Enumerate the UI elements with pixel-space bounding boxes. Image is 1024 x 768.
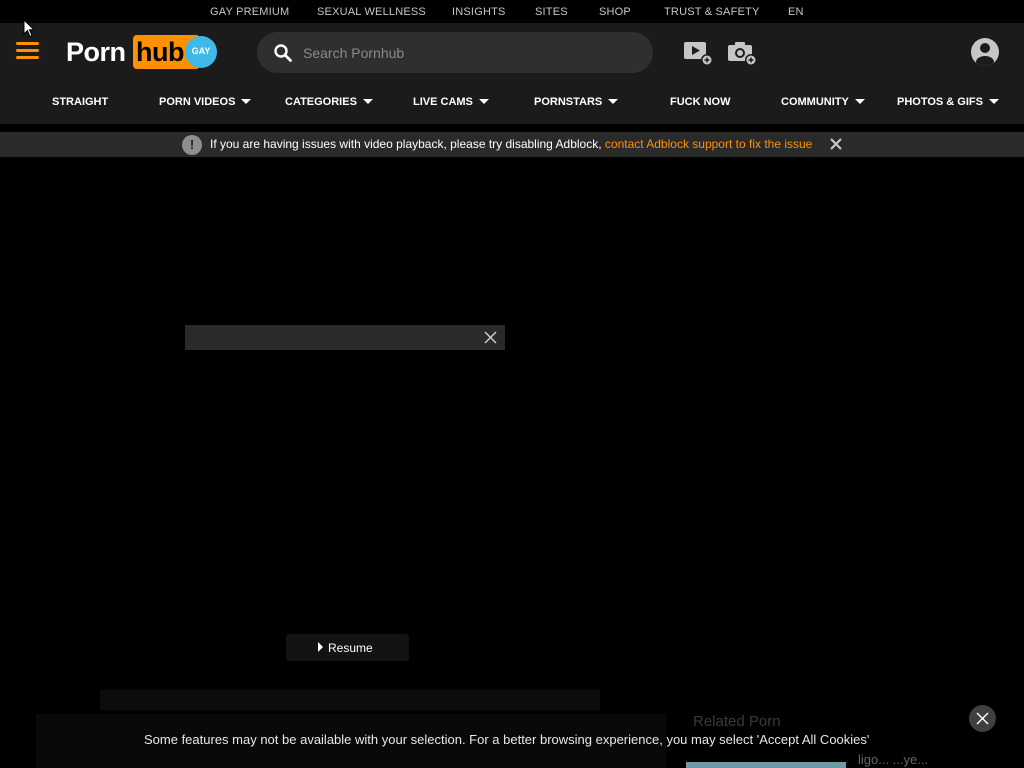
top-link-insights[interactable]: INSIGHTS xyxy=(452,6,506,18)
search-input[interactable] xyxy=(303,32,633,73)
nav-item-porn-videos[interactable]: PORN VIDEOS xyxy=(159,96,252,108)
resume-button[interactable]: Resume xyxy=(286,634,409,661)
logo-badge-text: GAY xyxy=(191,46,211,56)
chevron-down-icon xyxy=(362,99,373,104)
cookie-message: Some features may not be available with … xyxy=(144,732,870,747)
search-icon[interactable] xyxy=(274,44,292,62)
nav-item-live-cams[interactable]: LIVE CAMS xyxy=(413,96,489,108)
chevron-down-icon xyxy=(988,99,999,104)
logo-gay-badge: GAY xyxy=(185,36,217,68)
logo-text-porn: Porn xyxy=(66,37,126,67)
close-icon xyxy=(976,712,989,725)
logo-text-hub: hub xyxy=(136,37,184,67)
nav-item-community[interactable]: COMMUNITY xyxy=(781,96,865,108)
top-link-shop[interactable]: SHOP xyxy=(599,6,631,18)
warning-icon: ! xyxy=(182,135,202,155)
related-thumbnail[interactable] xyxy=(686,762,846,768)
cookie-close-button[interactable] xyxy=(969,705,996,732)
chevron-down-icon xyxy=(854,99,865,104)
search-bar xyxy=(257,32,653,73)
adblock-support-link[interactable]: contact Adblock support to fix the issue xyxy=(605,137,812,151)
chevron-down-icon xyxy=(241,99,252,104)
cookie-banner: Some features may not be available with … xyxy=(0,726,1024,754)
mouse-cursor-icon xyxy=(23,19,35,38)
chevron-down-icon xyxy=(608,99,619,104)
notice-text: If you are having issues with video play… xyxy=(210,137,605,151)
adblock-notice: ! If you are having issues with video pl… xyxy=(0,132,1024,157)
top-link-trust-safety[interactable]: TRUST & SAFETY xyxy=(664,6,760,18)
player-ad-bar xyxy=(185,325,505,350)
main-nav: STRAIGHT PORN VIDEOS CATEGORIES LIVE CAM… xyxy=(0,89,1024,115)
close-icon[interactable] xyxy=(829,137,843,151)
upload-video-icon[interactable] xyxy=(683,39,713,67)
resume-label: Resume xyxy=(328,641,373,655)
play-icon xyxy=(318,642,323,652)
nav-item-photos-gifs[interactable]: PHOTOS & GIFS xyxy=(897,96,999,108)
nav-item-fuck-now[interactable]: FUCK NOW xyxy=(670,96,731,108)
nav-item-straight[interactable]: STRAIGHT xyxy=(52,96,108,108)
top-links-bar: GAY PREMIUM SEXUAL WELLNESS INSIGHTS SIT… xyxy=(0,0,1024,23)
site-header: Porn hub GAY Search Pornhub STRAIGHT POR… xyxy=(0,23,1024,124)
user-account-icon[interactable] xyxy=(971,38,999,66)
top-link-gay-premium[interactable]: GAY PREMIUM xyxy=(210,6,289,18)
user-silhouette-icon xyxy=(976,43,994,66)
top-link-sexual-wellness[interactable]: SEXUAL WELLNESS xyxy=(317,6,426,18)
nav-item-categories[interactable]: CATEGORIES xyxy=(285,96,373,108)
related-item-title: ligo... ...ye... xyxy=(858,752,929,767)
nav-item-pornstars[interactable]: PORNSTARS xyxy=(534,96,619,108)
top-link-sites[interactable]: SITES xyxy=(535,6,568,18)
top-link-language[interactable]: EN xyxy=(788,6,804,18)
chevron-down-icon xyxy=(478,99,489,104)
video-title-placeholder xyxy=(100,690,600,710)
close-icon[interactable] xyxy=(484,331,497,344)
menu-icon[interactable] xyxy=(16,42,39,60)
upload-photo-icon[interactable] xyxy=(727,39,757,67)
notice-message: If you are having issues with video play… xyxy=(210,137,812,151)
